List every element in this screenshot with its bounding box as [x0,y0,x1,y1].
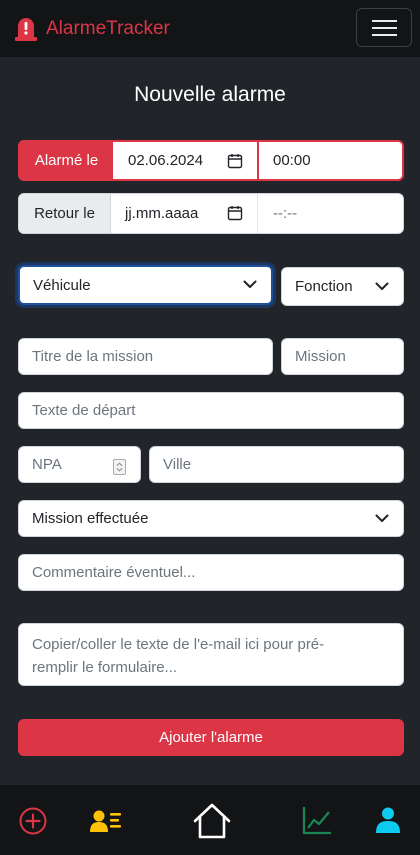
alarm-datetime-group: Alarmé le 02.06.2024 00:00 [18,140,404,181]
home-icon[interactable] [192,802,232,840]
return-date-input[interactable]: jj.mm.aaaa [111,194,258,233]
alarm-date-input[interactable]: 02.06.2024 [113,142,257,179]
chevron-down-icon [375,282,389,290]
page-title: Nouvelle alarme [134,83,286,106]
function-select[interactable]: Fonction [281,267,404,306]
chevron-down-icon [375,514,389,522]
siren-icon [15,18,37,41]
menu-toggle-button[interactable] [356,8,412,47]
function-select-value: Fonction [295,278,353,295]
alarm-time-value: 00:00 [273,152,311,169]
email-paste-placeholder-line1: Copier/coller le texte de l'e-mail ici p… [32,636,325,653]
vehicle-select[interactable]: Véhicule [18,265,273,305]
alarm-time-input[interactable]: 00:00 [259,142,402,179]
alarm-label: Alarmé le [20,142,113,179]
hamburger-icon-bar [372,27,397,29]
user-icon[interactable] [376,807,400,833]
calendar-icon[interactable] [227,205,243,221]
hamburger-icon [372,20,397,22]
chevron-down-icon [243,280,257,288]
mission-status-value: Mission effectuée [32,510,149,527]
comment-input[interactable]: Commentaire éventuel... [18,554,404,591]
navbar: AlarmeTracker [0,0,420,57]
add-alarm-button[interactable]: Ajouter l'alarme [18,719,404,756]
return-datetime-group: Retour le jj.mm.aaaa --:-- [18,193,404,234]
mission-status-select[interactable]: Mission effectuée [18,500,404,537]
city-placeholder: Ville [163,456,192,473]
return-time-input[interactable]: --:-- [258,194,403,233]
app-title: AlarmeTracker [46,18,170,39]
hamburger-icon-bar [372,34,397,36]
add-circle-icon[interactable] [19,807,47,835]
comment-placeholder: Commentaire éventuel... [32,564,196,581]
return-label: Retour le [19,194,111,233]
calendar-icon[interactable] [227,153,243,169]
chart-line-icon[interactable] [302,805,332,835]
mission-title-input[interactable]: Titre de la mission [18,338,273,375]
departure-text-placeholder: Texte de départ [32,402,136,419]
return-time-placeholder: --:-- [273,205,298,222]
return-date-placeholder: jj.mm.aaaa [125,205,199,222]
number-spinner-icon[interactable] [113,459,126,475]
mission-title-placeholder: Titre de la mission [32,348,154,365]
alarm-date-value: 02.06.2024 [128,152,204,169]
email-paste-placeholder-line2: remplir le formulaire... [32,659,178,676]
brand[interactable]: AlarmeTracker [14,14,170,44]
npa-input[interactable]: NPA [18,446,141,483]
bottom-nav [0,785,420,855]
contacts-icon[interactable] [90,809,123,833]
departure-text-input[interactable]: Texte de départ [18,392,404,429]
email-paste-textarea[interactable]: Copier/coller le texte de l'e-mail ici p… [18,623,404,686]
mission-placeholder: Mission [295,348,346,365]
vehicle-select-value: Véhicule [33,276,91,294]
mission-input[interactable]: Mission [281,338,404,375]
npa-placeholder: NPA [32,456,62,473]
city-input[interactable]: Ville [149,446,404,483]
